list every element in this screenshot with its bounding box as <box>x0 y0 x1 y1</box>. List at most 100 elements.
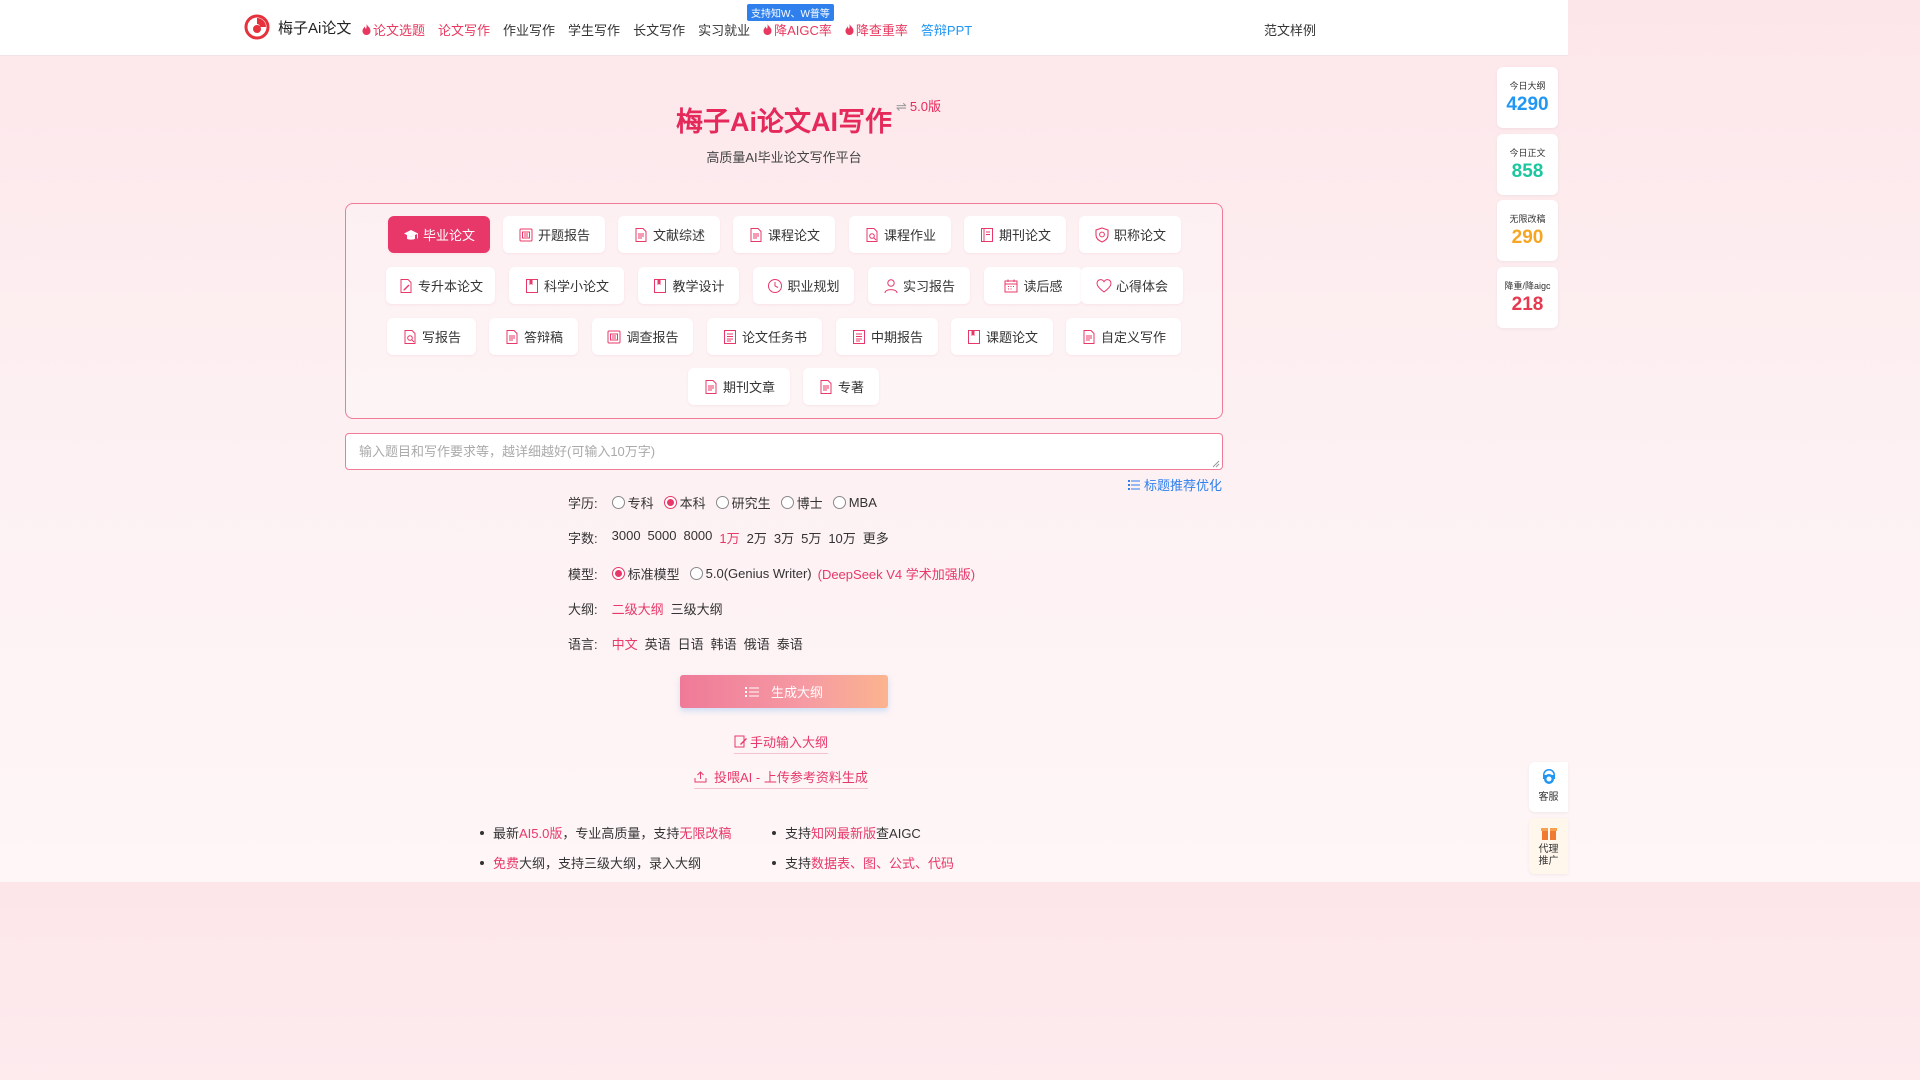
education-radio-0[interactable]: 专科 <box>611 493 654 512</box>
word_count-option-5[interactable]: 3万 <box>774 528 794 547</box>
brand-logo[interactable]: 梅子Ai论文 <box>244 14 351 40</box>
feature-item: 支持 数据表、图、公式、代码 <box>772 853 954 872</box>
category-4[interactable]: 课程作业 <box>849 216 951 253</box>
language-option-3[interactable]: 韩语 <box>711 634 737 653</box>
nav-sample-link[interactable]: 范文样例 <box>1264 20 1316 39</box>
journal-icon <box>980 227 993 242</box>
bookmark-icon <box>525 278 538 293</box>
word-count-label: 字数: <box>568 531 598 546</box>
category-5[interactable]: 期刊论文 <box>964 216 1066 253</box>
radio-label: 本科 <box>679 496 706 511</box>
manual-outline-label: 手动输入大纲 <box>750 735 829 750</box>
stat-label: 无限改稿 <box>1509 214 1546 224</box>
word_count-option-8[interactable]: 更多 <box>863 528 889 547</box>
flame-icon <box>845 24 854 35</box>
category-label: 论文任务书 <box>741 330 807 345</box>
upload-reference-link[interactable]: 投喂AI - 上传参考资料生成 <box>694 767 868 789</box>
customer-service-button[interactable]: 客服 <box>1529 762 1568 812</box>
model-radio-0[interactable]: 标准模型 <box>611 564 680 583</box>
category-6[interactable]: 职称论文 <box>1079 216 1181 253</box>
word_count-option-7[interactable]: 10万 <box>828 528 855 547</box>
category-20[interactable]: 自定义写作 <box>1066 318 1181 355</box>
nav-link[interactable]: 论文选题 <box>362 20 425 39</box>
list-icon <box>744 686 759 697</box>
stat-value: 218 <box>1511 294 1544 315</box>
word_count-option-4[interactable]: 2万 <box>747 528 767 547</box>
category-label: 读后感 <box>1023 279 1063 294</box>
category-14[interactable]: 写报告 <box>387 318 476 355</box>
category-7[interactable]: 专升本论文 <box>386 267 495 304</box>
document-search-icon <box>866 227 878 242</box>
stat-card: 今日大纲 4290 <box>1497 67 1558 128</box>
stat-label: 降重/降aigc <box>1504 281 1551 291</box>
category-21[interactable]: 期刊文章 <box>688 368 790 405</box>
education-radio-4[interactable]: MBA <box>832 493 877 512</box>
bookmark-icon <box>967 329 980 344</box>
gift-icon <box>1540 828 1557 840</box>
category-label: 职称论文 <box>1113 228 1166 243</box>
category-10[interactable]: 职业规划 <box>753 267 854 304</box>
language-option-4[interactable]: 俄语 <box>744 634 770 653</box>
nav-link[interactable]: 降查重率 <box>845 20 908 39</box>
title-recommend-label: 标题推荐优化 <box>1144 478 1223 493</box>
radio-label: 研究生 <box>731 496 771 511</box>
radio-dot <box>689 567 703 580</box>
word_count-option-1[interactable]: 5000 <box>648 528 677 547</box>
category-16[interactable]: 调查报告 <box>592 318 693 355</box>
category-3[interactable]: 课程论文 <box>733 216 835 253</box>
language-option-1[interactable]: 英语 <box>645 634 671 653</box>
document-edit-icon <box>400 278 412 293</box>
language-option-5[interactable]: 泰语 <box>777 634 803 653</box>
nav-link[interactable]: 作业写作 <box>503 20 555 39</box>
nav-link[interactable]: 长文写作 <box>633 20 685 39</box>
word_count-option-6[interactable]: 5万 <box>801 528 821 547</box>
resize-grip-icon[interactable] <box>1212 460 1220 468</box>
category-19[interactable]: 课题论文 <box>951 318 1053 355</box>
category-17[interactable]: 论文任务书 <box>707 318 822 355</box>
outline-row: 大纲: 二级大纲 三级大纲 <box>568 599 730 618</box>
word_count-option-2[interactable]: 8000 <box>683 528 712 547</box>
category-9[interactable]: 教学设计 <box>638 267 739 304</box>
title-recommend-link[interactable]: 标题推荐优化 <box>1128 475 1222 494</box>
category-0[interactable]: 毕业论文 <box>388 216 490 253</box>
language-option-2[interactable]: 日语 <box>678 634 704 653</box>
nav-link[interactable]: 答辩PPT <box>921 20 972 39</box>
word_count-option-3[interactable]: 1万 <box>719 528 739 547</box>
nav-link[interactable]: 论文写作 <box>438 20 490 39</box>
nav-link[interactable]: 学生写作 <box>568 20 620 39</box>
category-1[interactable]: 开题报告 <box>503 216 605 253</box>
education-radio-2[interactable]: 研究生 <box>715 493 771 512</box>
generate-outline-button[interactable]: 生成大纲 <box>680 675 888 708</box>
manual-outline-link[interactable]: 手动输入大纲 <box>734 732 829 754</box>
graduation-cap-icon <box>403 229 418 240</box>
nav-link-label: 答辩PPT <box>920 23 973 38</box>
page-title-text: 梅子Ai论文AI写作 <box>676 107 892 137</box>
language-option-0[interactable]: 中文 <box>612 634 638 653</box>
word_count-option-0[interactable]: 3000 <box>612 528 641 547</box>
category-22[interactable]: 专著 <box>803 368 879 405</box>
category-label: 答辩稿 <box>523 330 563 345</box>
stat-label: 今日正文 <box>1509 148 1546 158</box>
category-11[interactable]: 实习报告 <box>868 267 970 304</box>
nav-link[interactable]: 降AIGC率 <box>763 20 832 39</box>
topic-input[interactable] <box>345 433 1223 470</box>
nav-link-label: 降AIGC率 <box>774 23 832 38</box>
education-radio-3[interactable]: 博士 <box>780 493 823 512</box>
feature-text: 查AIGC <box>876 826 921 841</box>
category-15[interactable]: 答辩稿 <box>489 318 578 355</box>
nav-link[interactable]: 实习就业 <box>698 20 750 39</box>
category-12[interactable]: 读后感 <box>984 267 1082 304</box>
radio-label: 5.0(Genius Writer) <box>705 566 812 581</box>
model-radio-1[interactable]: 5.0(Genius Writer) <box>689 564 812 583</box>
education-radio-1[interactable]: 本科 <box>663 493 706 512</box>
category-13[interactable]: 心得体会 <box>1081 267 1183 304</box>
category-18[interactable]: 中期报告 <box>836 318 938 355</box>
category-8[interactable]: 科学小论文 <box>509 267 624 304</box>
category-label: 调查报告 <box>626 330 679 345</box>
outline-option-0[interactable]: 二级大纲 <box>612 599 664 618</box>
agent-promotion-button[interactable]: 代理推广 <box>1529 818 1568 874</box>
category-2[interactable]: 文献综述 <box>618 216 720 253</box>
radio-dot <box>663 496 677 509</box>
document-icon <box>506 329 518 344</box>
outline-option-1[interactable]: 三级大纲 <box>671 599 723 618</box>
